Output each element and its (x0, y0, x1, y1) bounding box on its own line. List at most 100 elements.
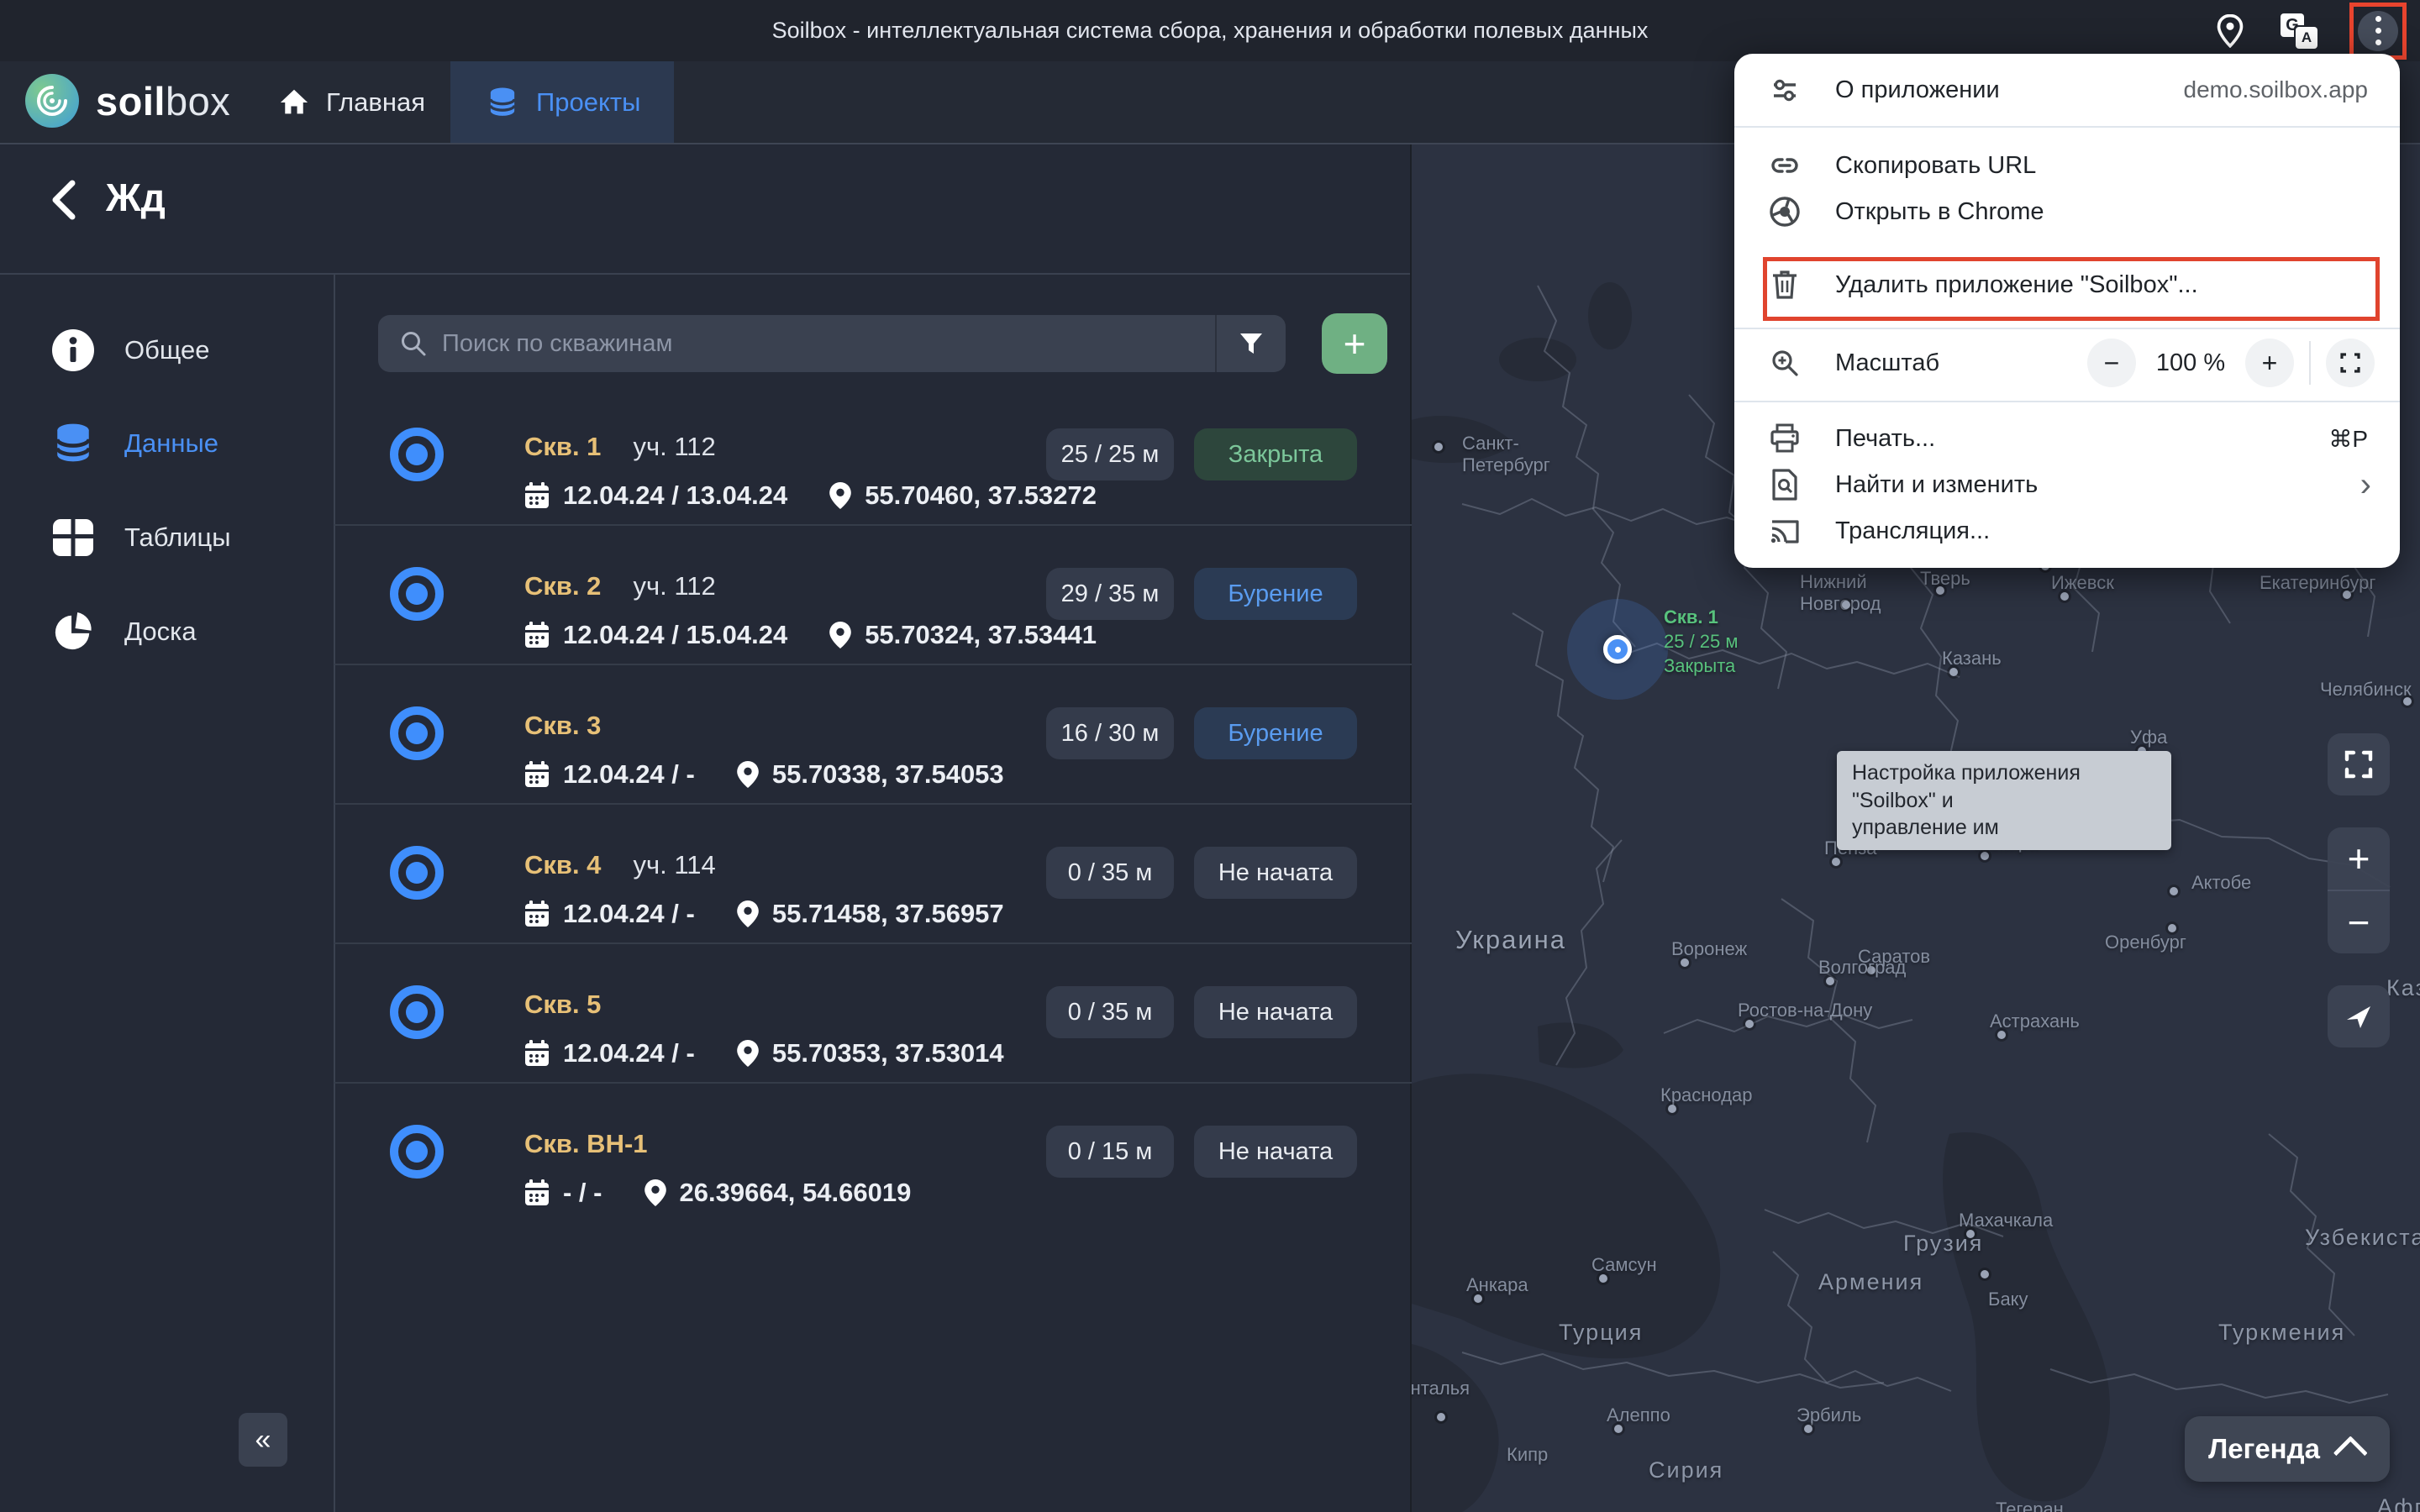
table-icon (50, 515, 96, 560)
project-title: Жд (106, 176, 166, 219)
well-plot: уч. 112 (633, 432, 716, 461)
zoom-out-button[interactable]: − (2087, 339, 2136, 387)
add-well-button[interactable]: + (1322, 313, 1387, 374)
sidebar-item-general[interactable]: Общее (0, 307, 333, 394)
well-list-item[interactable]: Скв. 1 уч. 112 12.04.24 / 13.04.24 55.70… (334, 386, 1412, 526)
well-list-item[interactable]: Скв. 5 12.04.24 / - 55.70353, 37.53014 0… (334, 944, 1412, 1084)
sidebar-item-board[interactable]: Доска (0, 588, 333, 675)
menu-button-tooltip: Настройка приложения "Soilbox" и управле… (1837, 751, 2171, 850)
map-city-label: Астрахань (1990, 1011, 2080, 1032)
menu-item-open-in-chrome[interactable]: Открыть в Chrome (1734, 188, 2400, 235)
well-coordinates: 26.39664, 54.66019 (679, 1178, 912, 1207)
well-name: Скв. 2 (524, 571, 602, 601)
brand-wordmark: soilbox (96, 78, 231, 123)
menu-item-find-and-edit[interactable]: Найти и изменить › (1734, 461, 2400, 508)
window-title: Soilbox - интеллектуальная система сбора… (771, 18, 1649, 43)
link-icon (1734, 150, 1835, 181)
well-name: Скв. 5 (524, 990, 602, 1019)
zoom-in-button[interactable]: + (2245, 339, 2294, 387)
map-city-label: Актобе (2191, 872, 2252, 893)
kebab-menu-button[interactable] (2358, 10, 2398, 51)
print-shortcut: ⌘P (2328, 425, 2368, 452)
fullscreen-button[interactable] (2326, 339, 2375, 387)
calendar-icon (525, 1040, 549, 1066)
map-fullscreen-button[interactable] (2328, 733, 2390, 795)
well-coordinates: 55.70324, 37.53441 (865, 620, 1097, 649)
map-city-dot (1745, 1020, 1754, 1028)
map-city-dot (2170, 887, 2178, 895)
map-city-dot (1434, 443, 1443, 451)
menu-item-print[interactable]: Печать... ⌘P (1734, 415, 2400, 462)
well-list-item[interactable]: Скв. 3 12.04.24 / - 55.70338, 37.54053 1… (334, 665, 1412, 805)
map-zoom-control: + − (2328, 827, 2390, 953)
well-depth-badge: 16 / 30 м (1046, 707, 1174, 759)
nav-item-projects[interactable]: Проекты (450, 61, 675, 143)
location-pin-icon (644, 1179, 666, 1206)
menu-item-about-app[interactable]: О приложении demo.soilbox.app (1734, 66, 2400, 113)
search-input[interactable] (442, 329, 1215, 358)
map-city-dot (1437, 1413, 1445, 1421)
sidebar-item-label: Общее (124, 335, 210, 365)
menu-item-cast[interactable]: Трансляция... (1734, 507, 2400, 554)
well-status-badge: Не начата (1194, 986, 1357, 1038)
map-country-label: Турция (1559, 1320, 1644, 1345)
sidebar-item-label: Данные (124, 428, 218, 458)
nav-item-home[interactable]: Главная (244, 61, 459, 143)
map-city-dot (1614, 1425, 1623, 1433)
well-name: Скв. 3 (524, 711, 602, 740)
well-dates: 12.04.24 / - (563, 899, 695, 928)
brand-logo[interactable]: soilbox (25, 74, 230, 128)
map-city-label: Волгоград (1818, 957, 1907, 978)
map-city-label: Екатеринбург (2260, 572, 2376, 593)
calendar-icon (525, 761, 549, 787)
sidebar-item-data[interactable]: Данные (0, 400, 333, 487)
map-city-dot (2168, 924, 2176, 932)
map-city-dot (1804, 1425, 1812, 1433)
app-settings-icon (1734, 75, 1835, 105)
printer-icon (1734, 423, 1835, 454)
map-zoom-in-button[interactable]: + (2328, 827, 2390, 891)
well-dates: - / - (563, 1178, 602, 1207)
well-status-badge: Закрыта (1194, 428, 1357, 480)
well-list-item[interactable]: Скв. 2 уч. 112 12.04.24 / 15.04.24 55.70… (334, 526, 1412, 665)
sidebar-item-label: Доска (124, 617, 197, 646)
translate-icon[interactable]: GA (2281, 13, 2317, 50)
map-city-label: Уфа (2130, 727, 2168, 748)
locate-arrow-icon (2347, 1006, 2370, 1028)
map-country-label: Армения (1818, 1269, 1924, 1294)
map-zoom-out-button[interactable]: − (2328, 891, 2390, 953)
well-status-badge: Бурение (1194, 707, 1357, 759)
map-city-dot (2060, 592, 2069, 601)
well-list-item[interactable]: Скв. ВН-1 - / - 26.39664, 54.66019 0 / 1… (334, 1084, 1412, 1221)
map-city-label: Казань (1942, 648, 2002, 669)
calendar-icon (525, 622, 549, 648)
calendar-icon (525, 482, 549, 508)
filter-button[interactable] (1215, 315, 1286, 372)
sidebar-item-tables[interactable]: Таблицы (0, 494, 333, 581)
map-city-label: Эрбиль (1797, 1404, 1862, 1425)
legend-button[interactable]: Легенда (2185, 1416, 2390, 1482)
menu-item-copy-url[interactable]: Скопировать URL (1734, 142, 2400, 189)
well-status-badge: Не начата (1194, 1126, 1357, 1178)
map-city-dot (1826, 977, 1834, 985)
well-list-item[interactable]: Скв. 4 уч. 114 12.04.24 / - 55.71458, 37… (334, 805, 1412, 944)
nav-item-label: Проекты (536, 87, 641, 117)
map-city-label: Самсун (1591, 1254, 1657, 1275)
well-marker-icon (390, 846, 444, 900)
location-pin-icon[interactable] (2212, 13, 2249, 50)
well-status-badge: Не начата (1194, 847, 1357, 899)
chrome-app-menu: О приложении demo.soilbox.app Скопироват… (1734, 54, 2400, 568)
map-well-marker[interactable] (1603, 635, 1632, 664)
collapse-sidebar-button[interactable]: « (239, 1413, 287, 1467)
map-locate-button[interactable] (2328, 985, 2390, 1047)
search-icon (400, 330, 427, 357)
app-menu-highlight-box (2349, 2, 2407, 60)
well-depth-badge: 0 / 35 м (1046, 847, 1174, 899)
map-country-label: Сирия (1649, 1457, 1724, 1483)
map-city-dot (2343, 591, 2351, 599)
back-chevron-icon[interactable] (44, 175, 86, 225)
zoom-icon (1734, 348, 1835, 378)
map-city-dot (1832, 858, 1840, 866)
well-depth-badge: 25 / 25 м (1046, 428, 1174, 480)
map-city-label: Алеппо (1607, 1404, 1670, 1425)
